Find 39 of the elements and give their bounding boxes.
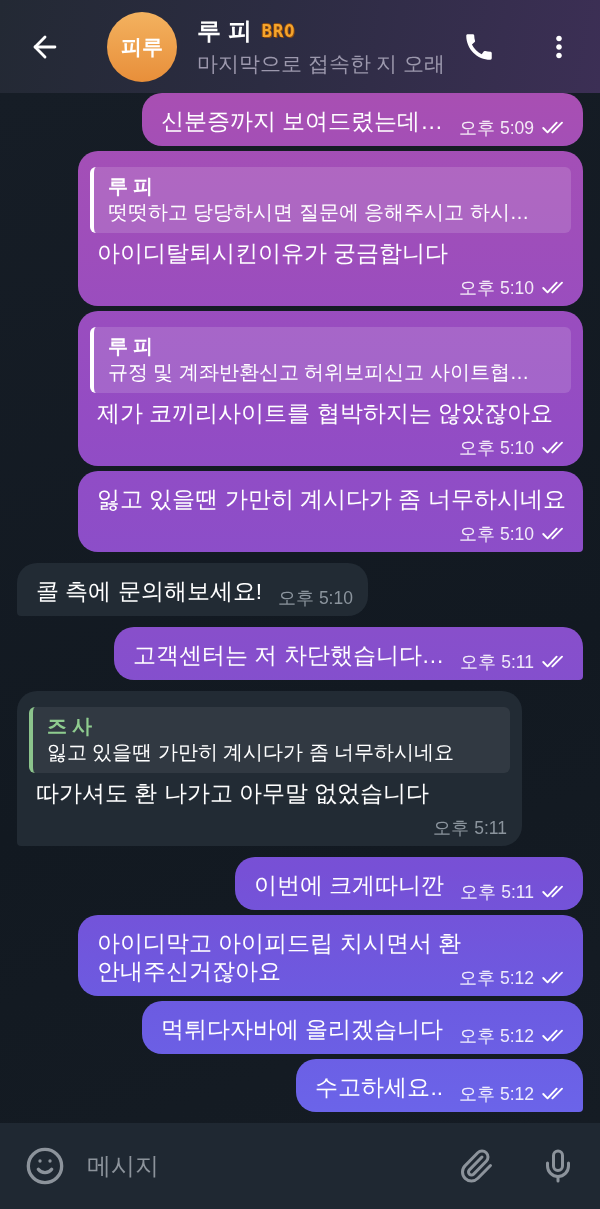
message-text: 잃고 있을땐 가만히 계시다가 좀 너무하시네요: [97, 486, 566, 512]
message-time: 오후 5:09: [459, 116, 534, 140]
message-time: 오후 5:10: [459, 276, 534, 300]
reply-quote[interactable]: 루 피 떳떳하고 당당하시면 질문에 응해주시고 하시…: [90, 167, 571, 233]
message-input[interactable]: 메시지: [85, 1141, 438, 1191]
message-text: 제가 코끼리사이트를 협박하지는 않았잖아요: [97, 400, 553, 426]
message-text: 아이디탈퇴시킨이유가 궁금합니다: [97, 240, 449, 266]
message-time: 오후 5:12: [459, 966, 534, 990]
message-time: 오후 5:11: [460, 650, 534, 674]
reply-author: 루 피: [108, 334, 155, 358]
contact-name: 루 피: [197, 16, 252, 46]
message-text: 아이디막고 아이피드립 치시면서 환 안내주신거잖아요: [97, 930, 461, 984]
message-time: 오후 5:11: [460, 880, 534, 904]
reply-quote[interactable]: 즈 사 잃고 있을땐 가만히 계시다가 좀 너무하시네요: [29, 707, 510, 773]
reply-text: 떳떳하고 당당하시면 질문에 응해주시고 하시…: [108, 200, 531, 224]
last-seen-status: 마지막으로 접속한 지 오래: [197, 51, 447, 77]
message-text: 따가셔도 환 나가고 아무말 없었습니다: [36, 780, 430, 806]
message-text: 먹튀다자바에 올리겠습니다: [160, 1016, 444, 1042]
reply-text: 규정 및 계좌반환신고 허위보피신고 사이트협…: [108, 360, 531, 384]
message-time: 오후 5:12: [459, 1024, 534, 1048]
message-time: 오후 5:10: [459, 522, 534, 546]
emoji-icon[interactable]: [25, 1146, 65, 1186]
message-text: 수고하세요..: [315, 1074, 444, 1100]
message-time: 오후 5:10: [278, 586, 353, 610]
reply-quote[interactable]: 루 피 규정 및 계좌반환신고 허위보피신고 사이트협…: [90, 327, 571, 393]
reply-author: 루 피: [108, 174, 155, 198]
message-text: 고객센터는 저 차단했습니다…: [132, 642, 445, 668]
message-time: 오후 5:10: [459, 436, 534, 460]
message-text: 신분증까지 보여드렸는데…: [160, 108, 444, 134]
reply-text: 잃고 있을땐 가만히 계시다가 좀 너무하시네요: [47, 740, 456, 764]
message-time: 오후 5:11: [433, 816, 507, 840]
user-rank-label: BRO: [261, 21, 296, 41]
message-text: 콜 측에 문의해보세요!: [36, 578, 262, 604]
message-text: 이번에 크게따니깐: [254, 872, 445, 898]
message-composer[interactable]: 메시지: [0, 1123, 600, 1209]
reply-author: 즈 사: [47, 714, 94, 738]
paperclip-icon[interactable]: [458, 1148, 494, 1184]
message-time: 오후 5:12: [459, 1082, 534, 1106]
avatar[interactable]: 피루: [107, 11, 177, 82]
